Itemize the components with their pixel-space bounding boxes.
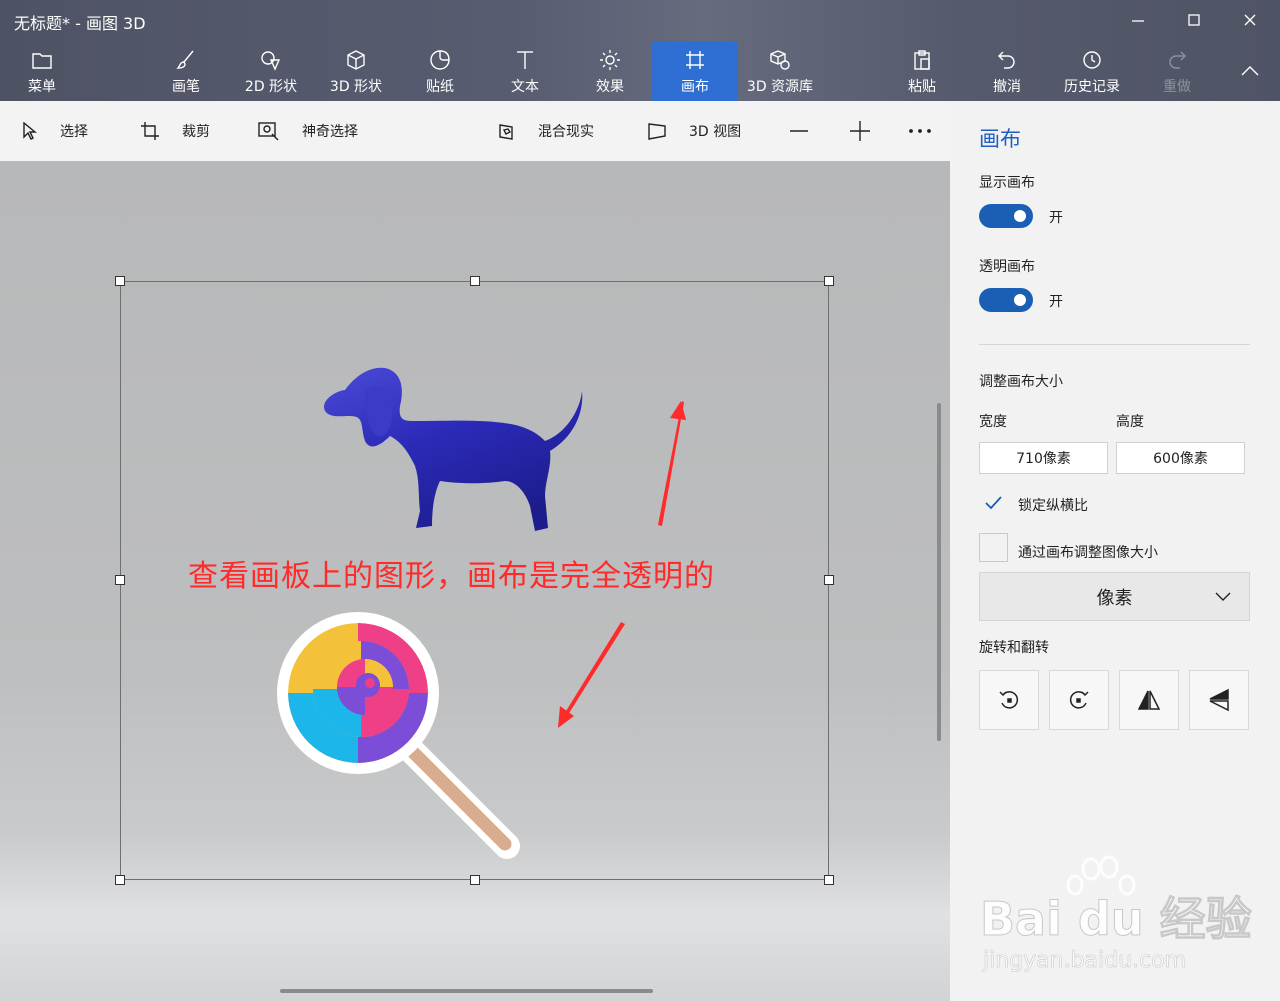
text-icon [517, 51, 533, 69]
tab-stickers[interactable]: 贴纸 [412, 41, 468, 101]
mixed-reality-icon [499, 124, 513, 140]
canvas-icon [686, 51, 704, 69]
svg-text:jingyan.baidu.com: jingyan.baidu.com [982, 948, 1186, 973]
transparent-canvas-label: 透明画布 [979, 259, 1035, 275]
resize-handle[interactable] [470, 875, 480, 885]
cursor-icon [23, 122, 37, 140]
sticker-icon [430, 50, 450, 70]
redo-icon [1169, 51, 1186, 69]
chevron-down-icon [1215, 592, 1231, 601]
baidu-jingyan-watermark: Bai du 经验 jingyan.baidu.com [980, 855, 1252, 973]
flip-horizontal-icon [1137, 690, 1161, 710]
lollipop-sticker[interactable] [275, 609, 525, 859]
mixed-reality-tool[interactable]: 混合现实 [496, 101, 594, 161]
select-tool[interactable]: 选择 [22, 101, 88, 161]
tab-canvas[interactable]: 画布 [652, 41, 738, 101]
folder-icon [32, 53, 52, 69]
close-icon [1244, 14, 1256, 26]
crop-tool[interactable]: 裁剪 [140, 101, 210, 161]
cube-icon [347, 50, 365, 70]
resize-canvas-label: 调整画布大小 [979, 374, 1063, 390]
panel-title: 画布 [979, 127, 1021, 151]
flip-vertical-button[interactable] [1189, 670, 1249, 730]
crop-icon [141, 122, 159, 140]
redo-button[interactable]: 重做 [1155, 41, 1199, 101]
sun-icon [600, 50, 620, 70]
svg-text:Bai du 经验: Bai du 经验 [980, 892, 1252, 946]
2d-shapes-icon [261, 51, 281, 71]
lock-aspect-label: 锁定纵横比 [1018, 498, 1088, 514]
resize-handle[interactable] [115, 276, 125, 286]
more-button[interactable] [908, 101, 932, 161]
3d-view-tool[interactable]: 3D 视图 [647, 101, 741, 161]
tab-effects[interactable]: 效果 [582, 41, 638, 101]
annotation-text: 查看画板上的图形，画布是完全透明的 [188, 559, 715, 594]
chevron-up-icon [1241, 66, 1259, 76]
checkmark-icon [985, 496, 1002, 510]
rotate-left-icon [999, 691, 1019, 709]
tab-2d-shapes[interactable]: 2D 形状 [236, 41, 306, 101]
maximize-button[interactable] [1166, 0, 1222, 40]
flip-horizontal-button[interactable] [1119, 670, 1179, 730]
resize-handle[interactable] [824, 276, 834, 286]
show-canvas-label: 显示画布 [979, 175, 1035, 191]
3d-view-icon [648, 123, 666, 140]
zoom-in-button[interactable] [848, 101, 872, 161]
minus-icon [790, 130, 808, 132]
magic-select-tool[interactable]: 神奇选择 [258, 101, 358, 161]
history-button[interactable]: 历史记录 [1058, 41, 1126, 101]
flip-vertical-icon [1209, 688, 1229, 712]
height-label: 高度 [1116, 414, 1144, 430]
paste-icon [914, 50, 930, 70]
transparent-canvas-toggle[interactable] [979, 288, 1033, 312]
minimize-icon [1132, 20, 1144, 22]
rotate-left-button[interactable] [979, 670, 1039, 730]
resize-handle[interactable] [115, 575, 125, 585]
rotate-right-icon [1069, 691, 1089, 709]
transparent-canvas-state: 开 [1049, 294, 1063, 310]
magic-select-icon [258, 122, 279, 141]
vertical-scrollbar[interactable] [937, 403, 941, 741]
resize-handle[interactable] [470, 276, 480, 286]
canvas-toolbar: 选择 裁剪 神奇选择 混合现实 3D 视图 [0, 101, 950, 161]
title-ribbon-band: 无标题* - 画图 3D 菜单 画笔 2D 形状 3D 形状 贴纸 文本 效果 … [0, 0, 1280, 101]
window-title: 无标题* - 画图 3D [14, 14, 146, 33]
lock-aspect-checkbox[interactable] [979, 488, 1008, 517]
paste-button[interactable]: 粘贴 [900, 41, 944, 101]
plus-icon [850, 121, 870, 141]
unit-value: 像素 [1096, 587, 1133, 609]
maximize-icon [1188, 14, 1200, 26]
rotate-right-button[interactable] [1049, 670, 1109, 730]
tab-3d-shapes[interactable]: 3D 形状 [322, 41, 390, 101]
show-canvas-state: 开 [1049, 210, 1063, 226]
tab-brushes[interactable]: 画笔 [155, 41, 217, 101]
resize-image-label: 通过画布调整图像大小 [1018, 545, 1158, 561]
unit-dropdown[interactable]: 像素 [979, 572, 1250, 621]
rotate-flip-label: 旋转和翻转 [979, 640, 1049, 656]
zoom-out-button[interactable] [788, 101, 810, 161]
minimize-button[interactable] [1110, 0, 1166, 40]
show-canvas-toggle[interactable] [979, 204, 1033, 228]
3d-library-icon [770, 50, 790, 70]
resize-handle[interactable] [824, 575, 834, 585]
resize-image-checkbox[interactable] [979, 533, 1008, 562]
resize-handle[interactable] [824, 875, 834, 885]
undo-button[interactable]: 撤消 [985, 41, 1029, 101]
width-label: 宽度 [979, 414, 1007, 430]
divider [979, 344, 1250, 345]
horizontal-scrollbar[interactable] [280, 989, 653, 993]
drawing-canvas[interactable]: 查看画板上的图形，画布是完全透明的 [0, 161, 950, 1001]
undo-icon [998, 51, 1015, 69]
width-input[interactable]: 710像素 [979, 442, 1108, 474]
collapse-ribbon-button[interactable] [1230, 52, 1270, 88]
height-input[interactable]: 600像素 [1116, 442, 1245, 474]
menu-button[interactable]: 菜单 [12, 41, 72, 101]
tab-3d-library[interactable]: 3D 资源库 [744, 41, 816, 101]
close-button[interactable] [1222, 0, 1278, 40]
resize-handle[interactable] [115, 875, 125, 885]
more-icon [909, 129, 931, 133]
tab-text[interactable]: 文本 [497, 41, 553, 101]
brush-icon [176, 50, 194, 69]
history-icon [1083, 51, 1101, 69]
